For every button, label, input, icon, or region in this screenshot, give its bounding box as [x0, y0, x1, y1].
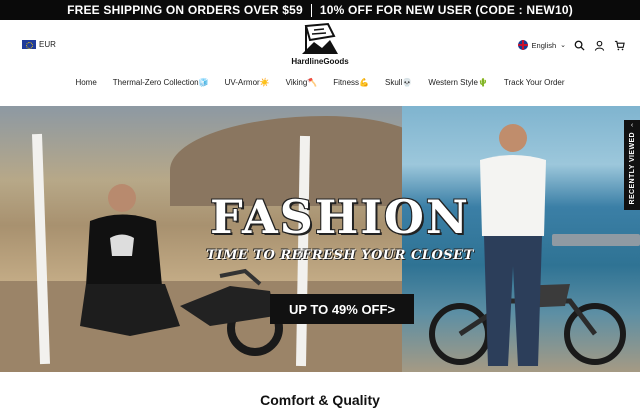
nav-fitness[interactable]: Fitness💪 — [333, 78, 369, 98]
recently-viewed-label: RECENTLY VIEWED — [628, 132, 636, 205]
hero-banner[interactable]: FASHION TIME TO REFRESH YOUR CLOSET UP T… — [0, 106, 640, 372]
nav-home[interactable]: Home — [75, 78, 96, 98]
main-nav: Home Thermal-Zero Collection🧊 UV-Armor☀️… — [0, 78, 640, 98]
hero-guardrail — [552, 234, 640, 246]
user-icon[interactable] — [592, 38, 606, 52]
search-icon[interactable] — [572, 38, 586, 52]
cart-icon[interactable] — [612, 38, 626, 52]
nav-viking[interactable]: Viking🪓 — [286, 78, 318, 98]
flag-icon — [517, 40, 528, 50]
site-logo[interactable]: HardlineGoods — [282, 22, 358, 70]
hero-cta-button[interactable]: UP TO 49% OFF> — [270, 294, 414, 324]
logo-flag-icon — [302, 22, 338, 54]
nav-western-style[interactable]: Western Style🌵 — [428, 78, 488, 98]
language-selector[interactable]: English ⌄ — [517, 40, 566, 50]
header-actions: English ⌄ — [517, 38, 626, 52]
section-heading: Comfort & Quality — [260, 392, 380, 408]
model-left-image — [80, 184, 180, 336]
chevron-left-icon: ‹ — [630, 122, 634, 129]
promo-bar: FREE SHIPPING ON ORDERS OVER $59 10% OFF… — [0, 0, 640, 20]
site-header: EUR HardlineGoods English ⌄ — [0, 20, 640, 72]
eu-flag-icon — [22, 40, 36, 49]
language-label: English — [531, 40, 557, 50]
currency-selector[interactable]: EUR — [22, 40, 56, 49]
promo-new-user: 10% OFF FOR NEW USER (CODE : NEW10) — [319, 3, 573, 17]
nav-track-order[interactable]: Track Your Order — [504, 78, 565, 98]
model-right-image — [480, 124, 546, 366]
promo-free-shipping: FREE SHIPPING ON ORDERS OVER $59 — [67, 3, 303, 17]
chevron-down-icon: ⌄ — [560, 42, 566, 49]
nav-uv-armor[interactable]: UV-Armor☀️ — [225, 78, 270, 98]
hero-subtitle: TIME TO REFRESH YOUR CLOSET — [206, 248, 474, 263]
recently-viewed-tab[interactable]: ‹ RECENTLY VIEWED — [624, 120, 640, 210]
hero-title: FASHION — [210, 190, 470, 244]
promo-divider — [310, 3, 312, 17]
nav-skull[interactable]: Skull💀 — [385, 78, 412, 98]
logo-text: HardlineGoods — [291, 57, 349, 66]
nav-thermal-zero[interactable]: Thermal-Zero Collection🧊 — [113, 78, 209, 98]
currency-label: EUR — [39, 40, 56, 49]
